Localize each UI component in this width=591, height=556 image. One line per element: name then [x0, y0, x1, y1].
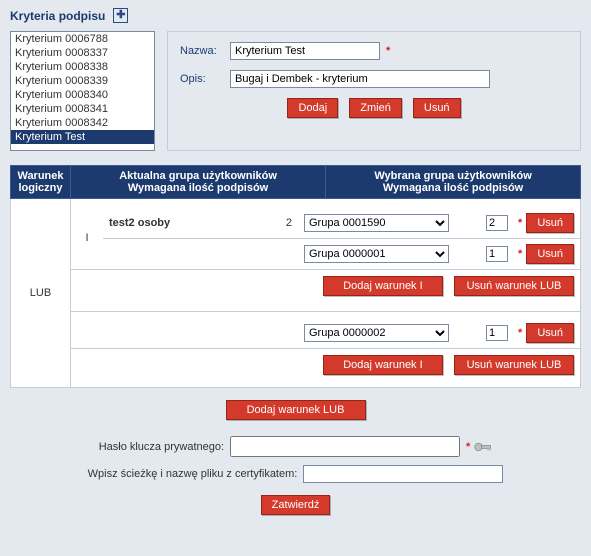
delete-lub-button[interactable]: Usuń warunek LUB — [454, 276, 574, 296]
name-label: Nazwa: — [180, 45, 230, 57]
password-label: Hasło klucza prywatnego: — [99, 441, 224, 453]
count-input[interactable] — [486, 325, 508, 341]
lub-cell: LUB — [11, 199, 71, 388]
list-item[interactable]: Kryterium 0008340 — [11, 88, 154, 102]
rules-table: Warunek logiczny Aktualna grupa użytkown… — [10, 165, 581, 388]
desc-label: Opis: — [180, 73, 230, 85]
list-item[interactable]: Kryterium 0008341 — [11, 102, 154, 116]
cert-path-label: Wpisz ścieżkę i nazwę pliku z certyfikat… — [88, 468, 298, 480]
cert-path-field[interactable] — [303, 465, 503, 483]
list-item[interactable]: Kryterium 0006788 — [11, 32, 154, 46]
delete-row-button[interactable]: Usuń — [526, 323, 574, 343]
list-item[interactable]: Kryterium 0008339 — [11, 74, 154, 88]
current-count: 2 — [278, 208, 298, 239]
required-mark: * — [518, 248, 522, 260]
list-item[interactable]: Kryterium 0008342 — [11, 116, 154, 130]
list-item[interactable]: Kryterium 0008338 — [11, 60, 154, 74]
required-mark: * — [386, 45, 390, 57]
delete-row-button[interactable]: Usuń — [526, 213, 574, 233]
delete-button[interactable]: Usuń — [413, 98, 461, 118]
required-mark: * — [466, 441, 470, 453]
confirm-button[interactable]: Zatwierdź — [261, 495, 331, 515]
expand-icon[interactable]: ✚ — [113, 8, 128, 23]
key-icon — [474, 441, 492, 453]
count-input[interactable] — [486, 246, 508, 262]
add-cond-i-button[interactable]: Dodaj warunek I — [323, 355, 443, 375]
list-item[interactable]: Kryterium 0008337 — [11, 46, 154, 60]
password-field[interactable] — [230, 436, 460, 457]
delete-row-button[interactable]: Usuń — [526, 244, 574, 264]
required-mark: * — [518, 327, 522, 339]
group-select[interactable]: Grupa 0000001 — [304, 245, 449, 263]
col-logical: Warunek logiczny — [11, 166, 71, 199]
group-select[interactable]: Grupa 0001590 — [304, 214, 449, 232]
col-selected: Wybrana grupa użytkowników Wymagana iloś… — [326, 166, 581, 199]
add-cond-i-button[interactable]: Dodaj warunek I — [323, 276, 443, 296]
group-select[interactable]: Grupa 0000002 — [304, 324, 449, 342]
add-lub-button[interactable]: Dodaj warunek LUB — [226, 400, 366, 420]
details-panel: Nazwa: * Opis: Dodaj Zmień Usuń — [167, 31, 581, 151]
required-mark: * — [518, 217, 522, 229]
count-input[interactable] — [486, 215, 508, 231]
list-item[interactable]: Kryterium Test — [11, 130, 154, 144]
current-group-text: test2 osoby — [109, 217, 170, 229]
criteria-listbox[interactable]: Kryterium 0006788 Kryterium 0008337 Kryt… — [10, 31, 155, 151]
desc-field[interactable] — [230, 70, 490, 88]
name-field[interactable] — [230, 42, 380, 60]
delete-lub-button[interactable]: Usuń warunek LUB — [454, 355, 574, 375]
cond-i-cell: I — [71, 208, 103, 270]
edit-button[interactable]: Zmień — [349, 98, 402, 118]
col-current: Aktualna grupa użytkowników Wymagana ilo… — [71, 166, 326, 199]
section-header: Kryteria podpisu ✚ — [10, 8, 581, 23]
section-title: Kryteria podpisu — [10, 9, 105, 23]
add-button[interactable]: Dodaj — [287, 98, 338, 118]
